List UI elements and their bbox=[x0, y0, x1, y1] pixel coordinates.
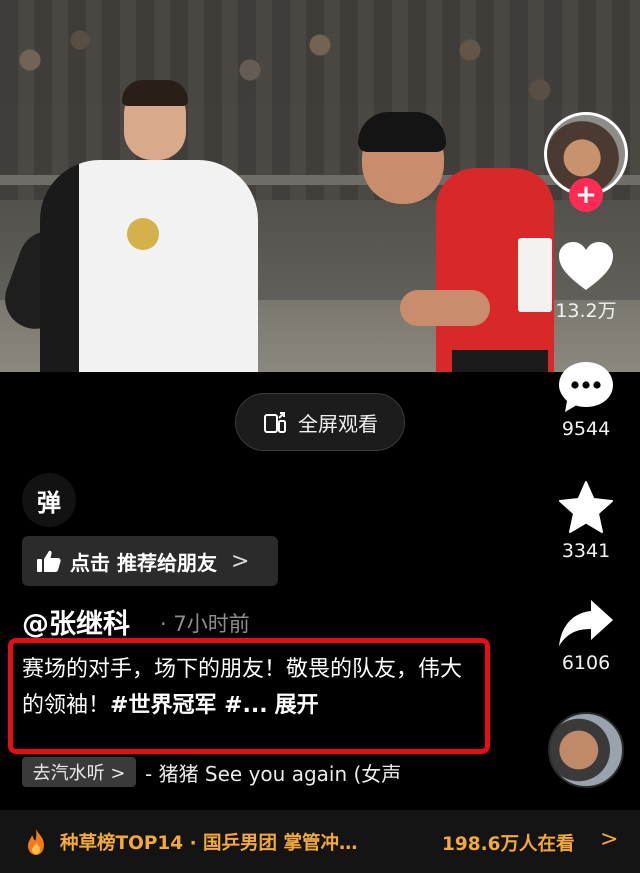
video-figure-player-bib bbox=[518, 238, 552, 312]
music-disc-avatar[interactable] bbox=[548, 712, 624, 788]
fullscreen-label: 全屏观看 bbox=[298, 411, 378, 436]
comment-button[interactable]: 9544 bbox=[548, 360, 624, 440]
like-count: 13.2万 bbox=[555, 300, 617, 322]
star-icon bbox=[559, 481, 613, 533]
share-button[interactable]: 6106 bbox=[548, 598, 624, 674]
share-count: 6106 bbox=[561, 652, 611, 674]
comment-icon bbox=[559, 362, 613, 412]
post-time: · 7小时前 bbox=[160, 612, 250, 636]
author-name[interactable]: @张继科 bbox=[22, 602, 130, 641]
heart-icon bbox=[559, 242, 613, 290]
music-title[interactable]: - 猪猪 See you again (女声 bbox=[145, 758, 401, 787]
recommend-to-friend-button[interactable]: 点击 推荐给朋友 > bbox=[22, 536, 278, 586]
share-icon bbox=[559, 600, 613, 646]
video-figure-player-hair bbox=[358, 112, 446, 152]
comment-count: 9544 bbox=[561, 418, 611, 440]
fullscreen-icon bbox=[264, 412, 286, 433]
caption: 赛场的对手，场下的朋友！敬畏的队友，伟大的领袖！#世界冠军 #... 展开 bbox=[22, 652, 482, 724]
chevron-right-icon: > bbox=[600, 827, 619, 852]
trending-text: 种草榜TOP14 · 国乒男团 掌管冲… bbox=[60, 832, 358, 854]
danmaku-toggle-button[interactable]: 弹 bbox=[22, 473, 76, 527]
like-button[interactable]: 13.2万 bbox=[548, 240, 624, 323]
trending-banner[interactable]: 种草榜TOP14 · 国乒男团 掌管冲… 198.6万人在看 > bbox=[0, 810, 640, 873]
video-figure-player-arm bbox=[400, 290, 490, 326]
chevron-right-icon: > bbox=[230, 548, 250, 574]
danmaku-label: 弹 bbox=[37, 488, 61, 517]
recommend-label: 点击 推荐给朋友 bbox=[70, 550, 217, 575]
video-figure-player-shorts bbox=[452, 350, 548, 372]
viewer-count: 198.6万人在看 bbox=[442, 834, 575, 855]
favorite-button[interactable]: 3341 bbox=[548, 480, 624, 562]
video-figure-coach-body bbox=[40, 160, 258, 372]
thumbs-up-icon bbox=[37, 550, 61, 572]
fire-icon bbox=[28, 828, 44, 855]
caption-hashtags[interactable]: #世界冠军 #... bbox=[110, 693, 268, 718]
video-player[interactable] bbox=[0, 0, 640, 372]
fullscreen-button[interactable]: 全屏观看 bbox=[235, 393, 405, 451]
video-figure-coach-badge bbox=[127, 218, 159, 250]
music-app-link[interactable]: 去汽水听 > bbox=[22, 757, 136, 787]
follow-button[interactable]: + bbox=[569, 178, 603, 212]
expand-caption-button[interactable]: 展开 bbox=[275, 693, 319, 718]
favorite-count: 3341 bbox=[561, 540, 611, 562]
video-figure-coach-hair bbox=[122, 80, 188, 106]
